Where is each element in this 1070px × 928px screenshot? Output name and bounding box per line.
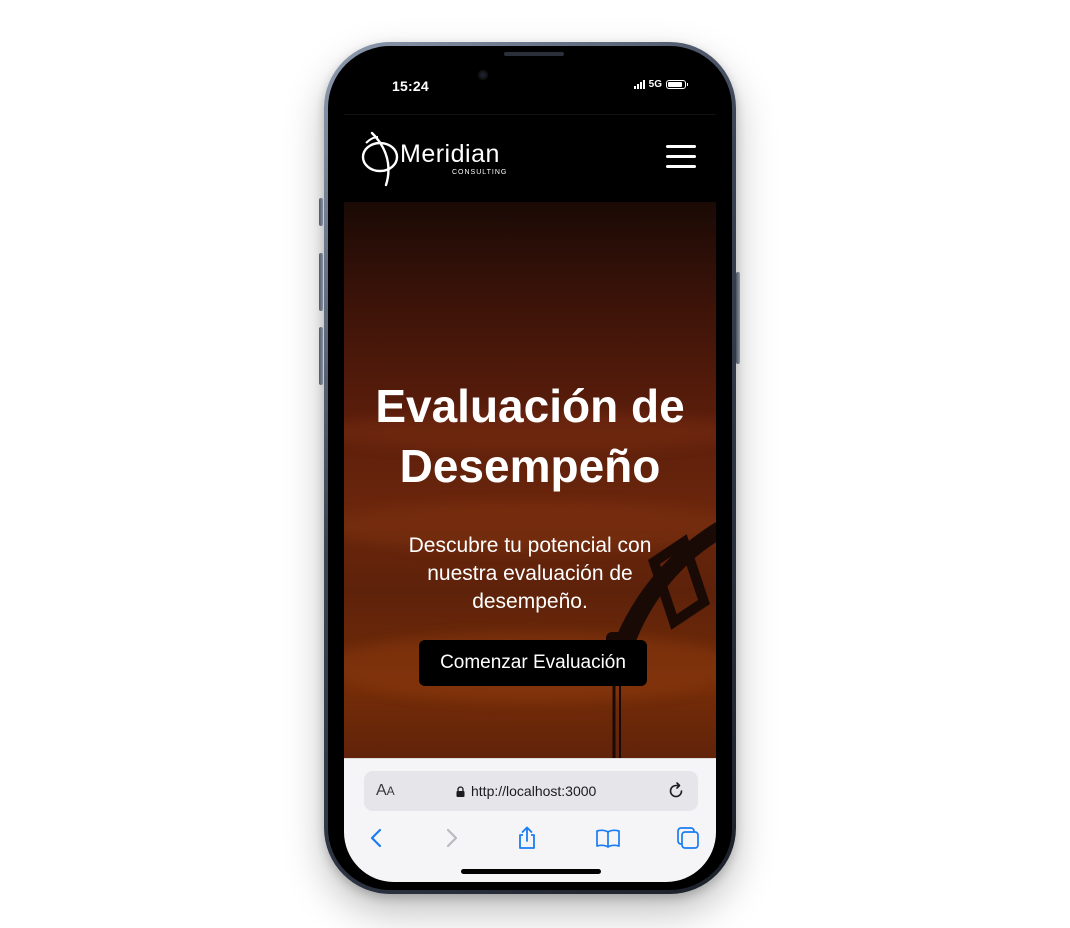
status-bar: 15:24 5G [344,58,716,114]
url-text: http://localhost:3000 [471,783,597,799]
stage: 15:24 5G Meridian CONSULTING Evaluación … [0,0,1070,928]
browser-toolbar: AA http://localhost:3000 [344,758,716,882]
chevron-left-icon[interactable] [364,825,390,851]
battery-fill [668,82,683,87]
text-size-button[interactable]: AA [376,782,395,800]
hero-title-line: Desempeño [399,440,661,492]
site-header: Meridian CONSULTING [344,114,716,203]
hero-title-line: Evaluación de [375,380,685,432]
volume-up-button [319,253,323,311]
text-size-label: A [376,782,387,799]
lock-icon [456,785,465,797]
mute-switch [319,198,323,226]
logo-subtitle: CONSULTING [452,169,508,176]
phone-frame: 15:24 5G Meridian CONSULTING Evaluación … [324,42,736,894]
reload-icon[interactable] [666,781,686,801]
logo-wordmark: Meridian [400,140,500,168]
phone-screen: 15:24 5G Meridian CONSULTING Evaluación … [344,58,716,882]
book-icon[interactable] [595,825,621,851]
speaker-grille [504,52,564,56]
hero-section: Evaluación de Desempeño Descubre tu pote… [344,202,716,758]
phone-bezel: 15:24 5G Meridian CONSULTING Evaluación … [328,46,732,890]
logo-mark-icon [361,131,399,187]
address-bar[interactable]: AA http://localhost:3000 [364,771,698,811]
volume-down-button [319,327,323,385]
network-label: 5G [648,79,662,90]
share-icon[interactable] [514,825,540,851]
chevron-right-icon[interactable] [438,825,464,851]
status-indicators: 5G [633,79,688,90]
url-display[interactable]: http://localhost:3000 [456,783,596,799]
status-time: 15:24 [392,78,429,94]
battery-icon [666,80,688,89]
hero-title: Evaluación de Desempeño [344,376,716,496]
hero-subtitle: Descubre tu potencial con nuestra evalua… [408,534,652,613]
hamburger-menu-icon[interactable] [666,145,696,169]
signal-icon [633,80,645,89]
meridian-logo[interactable]: Meridian CONSULTING [358,129,528,189]
power-button [736,272,740,364]
front-camera [478,70,488,80]
start-evaluation-button[interactable]: Comenzar Evaluación [419,640,647,686]
home-indicator [461,869,601,874]
browser-nav-row [344,825,716,855]
text-size-label-small: A [386,784,395,798]
tabs-icon[interactable] [675,825,701,851]
